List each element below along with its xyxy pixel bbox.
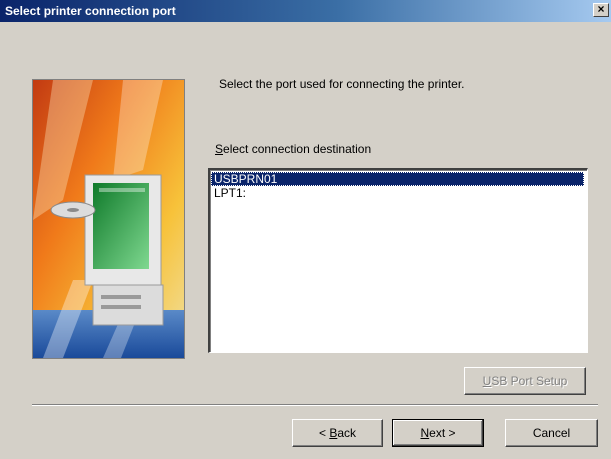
close-icon: × xyxy=(597,2,605,16)
button-separator xyxy=(32,404,598,406)
next-button[interactable]: Next > xyxy=(392,419,484,447)
list-item-lpt1[interactable]: LPT1: xyxy=(211,186,584,200)
computer-illustration-icon xyxy=(32,79,185,359)
cancel-button[interactable]: Cancel xyxy=(505,419,598,447)
window-title: Select printer connection port xyxy=(5,4,176,18)
back-label: ack xyxy=(337,426,357,440)
list-item-usbprn01[interactable]: USBPRN01 xyxy=(211,172,584,186)
instruction-text: Select the port used for connecting the … xyxy=(219,77,465,91)
connection-destination-label: Select connection destination xyxy=(215,142,371,156)
close-button[interactable]: × xyxy=(593,3,609,17)
back-button[interactable]: < Back xyxy=(292,419,383,447)
usb-port-setup-mnemonic: U xyxy=(482,374,492,388)
usb-port-setup-button[interactable]: USB Port Setup xyxy=(464,367,586,395)
next-mnemonic: N xyxy=(420,426,430,440)
connection-destination-list[interactable]: USBPRN01 LPT1: xyxy=(208,168,588,353)
label-mnemonic: S xyxy=(215,142,224,156)
usb-port-setup-label: SB Port Setup xyxy=(491,374,568,388)
next-label: ext > xyxy=(429,426,456,440)
title-bar[interactable]: Select printer connection port × xyxy=(0,0,611,22)
back-prefix: < xyxy=(318,426,330,440)
label-text: elect connection destination xyxy=(223,142,372,156)
